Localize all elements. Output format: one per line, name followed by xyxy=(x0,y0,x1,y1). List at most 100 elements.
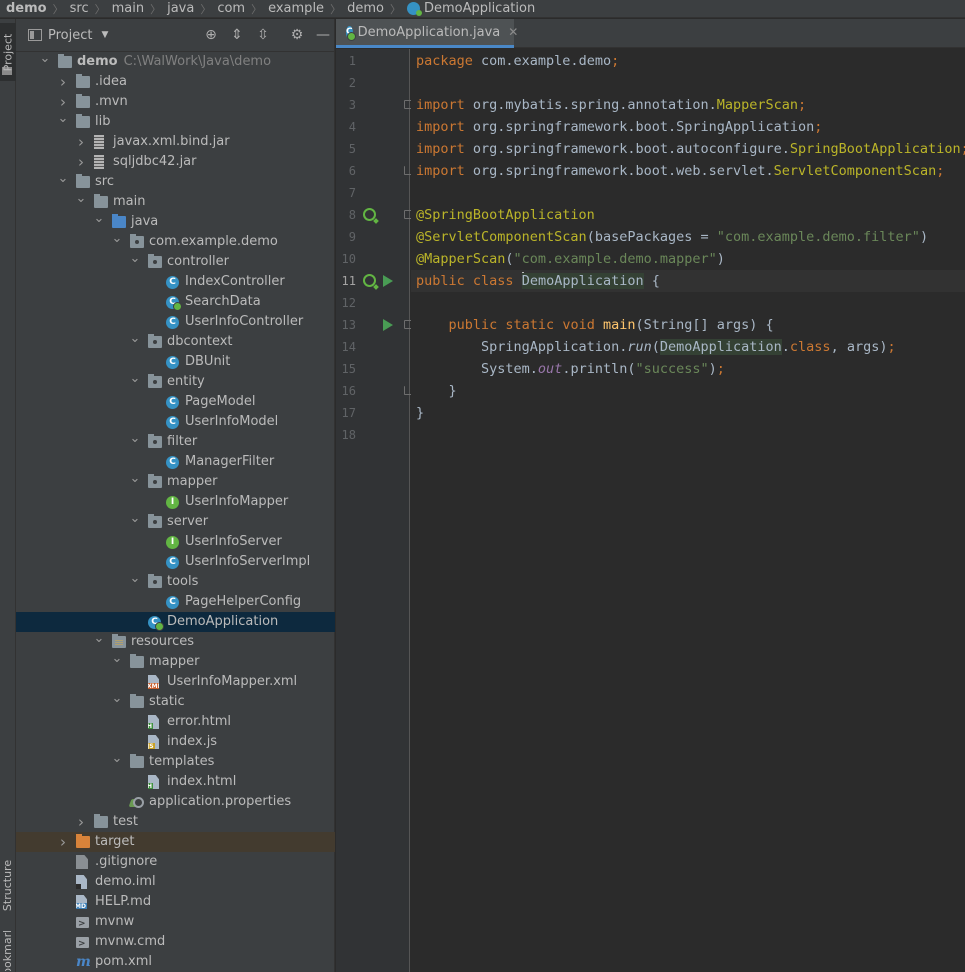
breadcrumb-item[interactable]: demo xyxy=(347,1,384,16)
tree-item[interactable]: C UserInfoServerImpl xyxy=(16,552,335,572)
run-icon[interactable] xyxy=(383,275,393,287)
tree-item[interactable]: application.properties xyxy=(16,792,335,812)
chevron-down-icon[interactable]: ⌄ xyxy=(93,629,105,649)
tree-item[interactable]: mvnw xyxy=(16,912,335,934)
code-editor[interactable]: package com.example.demo; import org.myba… xyxy=(411,49,965,972)
run-icon[interactable] xyxy=(383,319,393,331)
chevron-down-icon[interactable]: ▼ xyxy=(101,30,108,40)
tree-item[interactable]: ⌄ demo C:\WalWork\Java\demo xyxy=(16,49,335,72)
tree-item-label: UserInfoServerImpl xyxy=(185,552,310,572)
breadcrumb-item[interactable]: demo xyxy=(6,1,47,16)
chevron-down-icon[interactable]: ⌄ xyxy=(57,109,69,129)
chevron-down-icon[interactable]: ⌄ xyxy=(129,329,141,349)
chevron-down-icon[interactable]: ⌄ xyxy=(75,189,87,209)
code-token: public xyxy=(448,317,506,333)
tree-item[interactable]: C ManagerFilter xyxy=(16,452,335,472)
tree-item[interactable]: ⌄ templates xyxy=(16,749,335,772)
tree-item[interactable]: C PageModel xyxy=(16,392,335,412)
chevron-down-icon[interactable]: ⌄ xyxy=(111,689,123,709)
editor-gutter[interactable]: 1 2 3 4 5 6 7 8 9 10 11 12 13 14 15 16 17 18 xyxy=(336,49,413,972)
tree-item[interactable]: ⌄ tools xyxy=(16,569,335,592)
chevron-down-icon[interactable]: ⌄ xyxy=(129,469,141,489)
tree-item[interactable]: I UserInfoServer xyxy=(16,532,335,552)
tree-item[interactable]: › target xyxy=(16,832,335,852)
code-token: , args) xyxy=(830,339,888,355)
tree-item-name: .mvn xyxy=(95,94,128,109)
spring-bean-icon[interactable] xyxy=(363,274,376,287)
tree-item[interactable]: C SearchData xyxy=(16,292,335,312)
file-type-badge: H xyxy=(147,783,154,790)
close-icon[interactable]: ✕ xyxy=(508,25,518,39)
tree-item[interactable]: ⌄ src xyxy=(16,169,335,192)
tree-item[interactable]: C IndexController xyxy=(16,272,335,292)
tree-item[interactable]: ⌄ controller xyxy=(16,249,335,272)
expand-all-icon[interactable]: ⇕ xyxy=(229,27,245,43)
breadcrumb-item[interactable]: com xyxy=(217,1,245,16)
chevron-down-icon[interactable]: ⌄ xyxy=(129,509,141,529)
breadcrumb-item[interactable]: src xyxy=(70,1,89,16)
tree-item[interactable]: I UserInfoMapper xyxy=(16,492,335,512)
tree-item[interactable]: XML UserInfoMapper.xml xyxy=(16,672,335,692)
chevron-right-icon[interactable]: › xyxy=(75,152,87,172)
breadcrumb-item[interactable]: main xyxy=(112,1,144,16)
chevron-down-icon[interactable]: ⌄ xyxy=(129,429,141,449)
tree-item[interactable]: C PageHelperConfig xyxy=(16,592,335,612)
tree-item[interactable]: › test xyxy=(16,812,335,832)
tree-item[interactable]: ⌄ java xyxy=(16,209,335,232)
chevron-down-icon[interactable]: ⌄ xyxy=(111,229,123,249)
chevron-down-icon[interactable]: ⌄ xyxy=(129,569,141,589)
tree-item[interactable]: › .idea xyxy=(16,72,335,92)
tree-item[interactable]: ⌄ resources xyxy=(16,629,335,652)
tree-item[interactable]: C UserInfoModel xyxy=(16,412,335,432)
tree-item[interactable]: ⌄ server xyxy=(16,509,335,532)
tree-item[interactable]: ⌄ main xyxy=(16,189,335,212)
tree-item[interactable]: C UserInfoController xyxy=(16,312,335,332)
tree-item[interactable]: ⌄ com.example.demo xyxy=(16,229,335,252)
tree-item[interactable]: ⌄ entity xyxy=(16,369,335,392)
tree-item[interactable]: C DBUnit xyxy=(16,352,335,372)
tree-item[interactable]: JS index.js xyxy=(16,732,335,752)
tree-item[interactable]: demo.iml xyxy=(16,872,335,892)
tree-item[interactable]: ⌄ mapper xyxy=(16,469,335,492)
collapse-all-icon[interactable]: ⇳ xyxy=(255,27,271,43)
tree-item[interactable]: m pom.xml xyxy=(16,952,335,972)
minimize-icon[interactable]: — xyxy=(315,27,331,43)
chevron-down-icon[interactable]: ⌄ xyxy=(57,169,69,189)
chevron-down-icon[interactable]: ⌄ xyxy=(93,209,105,229)
chevron-down-icon[interactable]: ⌄ xyxy=(129,249,141,269)
locate-file-icon[interactable]: ⊕ xyxy=(203,27,219,43)
code-token: .println( xyxy=(562,361,636,377)
chevron-right-icon[interactable]: › xyxy=(75,812,87,832)
tab-demo-application[interactable]: C DemoApplication.java ✕ xyxy=(336,19,518,48)
chevron-down-icon[interactable]: ⌄ xyxy=(111,749,123,769)
tree-item[interactable]: MD HELP.md xyxy=(16,892,335,912)
tree-item[interactable]: ⌄ static xyxy=(16,689,335,712)
tree-item[interactable]: mvnw.cmd xyxy=(16,932,335,954)
chevron-right-icon[interactable]: › xyxy=(57,832,69,852)
chevron-down-icon[interactable]: ⌄ xyxy=(129,369,141,389)
chevron-right-icon[interactable]: › xyxy=(57,72,69,92)
tree-item[interactable]: Hindex.html xyxy=(16,772,335,792)
tree-item[interactable]: ⌄ mapper xyxy=(16,649,335,672)
tab-structure-toolwindow[interactable]: Structure xyxy=(0,849,16,921)
tree-item[interactable]: ⌄ filter xyxy=(16,429,335,452)
tree-item[interactable]: .gitignore xyxy=(16,852,335,872)
breadcrumb-item[interactable]: example xyxy=(268,1,324,16)
tree-item[interactable]: ⌄ lib xyxy=(16,109,335,132)
breadcrumb-item[interactable]: DemoApplication xyxy=(424,1,535,16)
chevron-down-icon[interactable]: ⌄ xyxy=(39,49,51,69)
tree-item[interactable]: C DemoApplication xyxy=(16,612,335,632)
gear-icon[interactable]: ⚙ xyxy=(289,27,305,43)
tab-bookmarks-toolwindow[interactable]: Bookmarks xyxy=(0,931,16,971)
xml-file-icon: XML xyxy=(148,675,159,689)
tree-item[interactable]: Herror.html xyxy=(16,712,335,732)
tree-item[interactable]: ⌄ dbcontext xyxy=(16,329,335,352)
project-panel-title[interactable]: Project xyxy=(48,28,92,43)
chevron-down-icon[interactable]: ⌄ xyxy=(111,649,123,669)
tree-item[interactable]: › javax.xml.bind.jar xyxy=(16,132,335,152)
chevron-right-icon[interactable]: › xyxy=(75,132,87,152)
spring-bean-icon[interactable] xyxy=(363,208,376,221)
tab-project-toolwindow[interactable]: Project xyxy=(0,23,16,81)
breadcrumb-item[interactable]: java xyxy=(167,1,194,16)
left-tool-strip: Project Structure Bookmarks xyxy=(0,19,16,972)
